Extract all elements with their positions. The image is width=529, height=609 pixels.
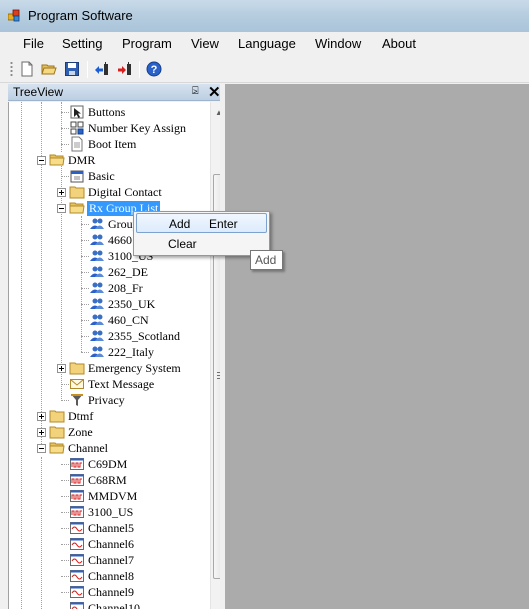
tree-connector — [81, 256, 89, 257]
toolbar-separator-2 — [139, 61, 140, 78]
digital-channel-icon — [70, 474, 84, 486]
group-users-icon — [90, 314, 104, 325]
analog-channel-icon — [70, 554, 84, 566]
write-to-radio-icon[interactable] — [117, 61, 133, 77]
close-panel-icon[interactable]: ✕ — [208, 83, 221, 101]
analog-channel-icon — [70, 538, 84, 550]
folder-open-icon — [69, 202, 85, 214]
tree-guide-line — [41, 102, 42, 452]
app-icon — [8, 9, 20, 22]
tree-connector — [61, 560, 69, 561]
tree-connector — [81, 352, 89, 353]
tree-connector — [61, 480, 69, 481]
menu-file[interactable]: File — [23, 36, 44, 51]
analog-channel-icon — [70, 602, 84, 609]
title-bar: Program Software — [0, 0, 529, 32]
folder-icon — [69, 186, 85, 199]
open-folder-icon[interactable] — [41, 61, 57, 77]
group-users-icon — [90, 346, 104, 357]
pin-icon[interactable]: ⍄ — [192, 85, 199, 98]
treeview-header: TreeView ⍄ ✕ — [8, 83, 221, 101]
calendar-icon — [70, 170, 84, 183]
collapse-rx-group-list-button[interactable] — [57, 204, 66, 213]
tree-connector — [61, 592, 69, 593]
folder-open-icon — [49, 154, 65, 166]
group-users-icon — [90, 250, 104, 261]
collapse-dmr-button[interactable] — [37, 156, 46, 165]
tree-scrollbar[interactable]: ▲ — [210, 102, 220, 609]
group-users-icon — [90, 282, 104, 293]
workspace-area — [225, 84, 529, 609]
treeview-title: TreeView — [13, 85, 64, 99]
read-from-radio-icon[interactable] — [94, 61, 110, 77]
menu-item-clear[interactable]: Clear — [136, 234, 267, 254]
envelope-icon — [70, 379, 84, 389]
collapse-channel-button[interactable] — [37, 444, 46, 453]
toolbar-separator — [87, 61, 88, 78]
tooltip: Add — [250, 250, 283, 270]
tree-connector — [81, 320, 89, 321]
tree-connector — [61, 512, 69, 513]
tree-connector — [61, 112, 69, 113]
menu-bar: File Setting Program View Language Windo… — [0, 32, 529, 56]
tree-connector — [61, 128, 69, 129]
tree-connector — [61, 144, 69, 145]
digital-channel-icon — [70, 506, 84, 518]
menu-window[interactable]: Window — [315, 36, 361, 51]
window-title: Program Software — [28, 8, 133, 23]
tree-connector — [81, 304, 89, 305]
tree-connector — [81, 336, 89, 337]
folder-icon — [49, 426, 65, 439]
toolbar: ? — [0, 56, 529, 83]
group-users-icon — [90, 298, 104, 309]
menu-item-add[interactable]: Add Enter — [136, 213, 267, 233]
expand-digital-contact-button[interactable] — [57, 188, 66, 197]
expand-dtmf-button[interactable] — [37, 412, 46, 421]
folder-icon — [69, 362, 85, 375]
keypad-icon — [70, 121, 84, 135]
tree-connector — [61, 496, 69, 497]
pointer-icon — [70, 105, 84, 119]
analog-channel-icon — [70, 522, 84, 534]
tree-connector — [81, 240, 89, 241]
toolbar-grip[interactable] — [10, 61, 13, 78]
tree-connector — [81, 224, 89, 225]
tree-connector — [81, 272, 89, 273]
analog-channel-icon — [70, 570, 84, 582]
digital-channel-icon — [70, 458, 84, 470]
digital-channel-icon — [70, 490, 84, 502]
tree-guide-line — [41, 457, 42, 609]
group-users-icon — [90, 234, 104, 245]
expand-emergency-system-button[interactable] — [57, 364, 66, 373]
tree-connector — [61, 544, 69, 545]
folder-open-icon — [49, 442, 65, 454]
help-icon[interactable]: ? — [146, 61, 162, 77]
new-file-icon[interactable] — [19, 61, 35, 77]
tree-connector — [61, 576, 69, 577]
tree-connector — [61, 384, 69, 385]
tree-connector — [61, 464, 69, 465]
expand-zone-button[interactable] — [37, 428, 46, 437]
tree-connector — [81, 288, 89, 289]
filter-icon — [71, 394, 83, 406]
folder-icon — [49, 410, 65, 423]
save-icon[interactable] — [64, 61, 80, 77]
menu-setting[interactable]: Setting — [62, 36, 102, 51]
svg-text:?: ? — [151, 64, 158, 76]
menu-view[interactable]: View — [191, 36, 219, 51]
tree-connector — [61, 400, 69, 401]
group-users-icon — [90, 218, 104, 229]
analog-channel-icon — [70, 586, 84, 598]
menu-language[interactable]: Language — [238, 36, 296, 51]
group-users-icon — [90, 266, 104, 277]
treeview-pane: Buttons Number Key Assign Boot Item DMR … — [8, 102, 220, 609]
tree-guide-line — [21, 102, 22, 609]
group-users-icon — [90, 330, 104, 341]
tree-connector — [61, 176, 69, 177]
menu-program[interactable]: Program — [122, 36, 172, 51]
tree-guide-line — [81, 216, 82, 352]
tree-connector — [61, 528, 69, 529]
document-icon — [71, 136, 83, 152]
menu-about[interactable]: About — [382, 36, 416, 51]
